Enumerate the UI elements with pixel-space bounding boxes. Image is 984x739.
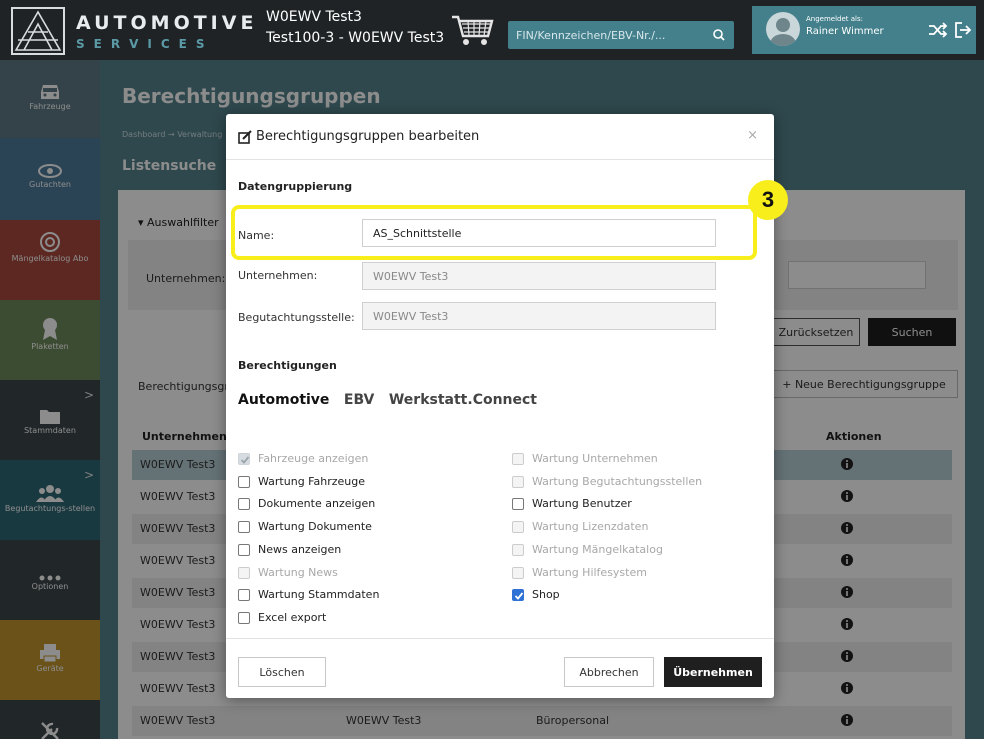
dialog-footer: Löschen Abbrechen Übernehmen bbox=[226, 638, 774, 698]
checkbox-icon[interactable] bbox=[238, 521, 250, 534]
brand-subtitle: SERVICES bbox=[76, 37, 214, 51]
checkbox-icon[interactable] bbox=[238, 611, 250, 624]
checkbox-checked-icon bbox=[238, 453, 250, 465]
permission-label: Wartung Dokumente bbox=[258, 520, 372, 534]
permissions-heading: Berechtigungen bbox=[238, 359, 337, 372]
station-label: Begutachtungsstelle: bbox=[238, 311, 355, 324]
checkbox-icon[interactable] bbox=[238, 543, 250, 556]
context-company[interactable]: W0EWV Test3 bbox=[266, 9, 362, 25]
checkbox-icon bbox=[512, 475, 524, 488]
tab-automotive[interactable]: Automotive bbox=[238, 392, 329, 408]
top-bar: AUTOMOTIVE SERVICES W0EWV Test3 Test100-… bbox=[0, 0, 984, 60]
checkbox-icon[interactable] bbox=[238, 498, 250, 511]
permission-label: Wartung Benutzer bbox=[532, 497, 632, 511]
tab-ebv[interactable]: EBV bbox=[344, 392, 375, 408]
checkbox-icon bbox=[512, 566, 524, 579]
user-panel: Angemeldet als: Rainer Wimmer bbox=[752, 6, 976, 54]
permission-label: Wartung Mängelkatalog bbox=[532, 542, 663, 556]
search-icon[interactable] bbox=[711, 27, 727, 43]
permission-label: Wartung Hilfesystem bbox=[532, 565, 647, 579]
shopping-cart-icon[interactable] bbox=[450, 14, 494, 48]
dialog-header: Berechtigungsgruppen bearbeiten × bbox=[226, 114, 774, 160]
checkbox-icon[interactable] bbox=[238, 475, 250, 488]
edit-icon bbox=[238, 130, 252, 144]
logged-in-label: Angemeldet als: bbox=[806, 15, 864, 23]
permission-label: Fahrzeuge anzeigen bbox=[258, 452, 369, 465]
vehicle-search-input[interactable] bbox=[516, 21, 706, 49]
permission-label: Wartung Begutachtungsstellen bbox=[532, 474, 703, 488]
edit-permission-group-dialog: Berechtigungsgruppen bearbeiten × Dateng… bbox=[226, 114, 774, 698]
shuffle-icon[interactable] bbox=[928, 22, 948, 38]
station-input bbox=[362, 302, 716, 330]
permission-label: Wartung News bbox=[258, 565, 338, 579]
permission-label: Wartung Lizenzdaten bbox=[532, 520, 649, 534]
permission-label: Excel export bbox=[258, 610, 327, 624]
company-input bbox=[362, 262, 716, 290]
permission-label: Wartung Unternehmen bbox=[532, 452, 658, 465]
tab-werkstatt-connect[interactable]: Werkstatt.Connect bbox=[389, 392, 537, 408]
permission-label: Wartung Stammdaten bbox=[258, 588, 380, 602]
brand-title: AUTOMOTIVE bbox=[76, 12, 258, 34]
data-grouping-heading: Datengruppierung bbox=[238, 180, 353, 193]
close-icon[interactable]: × bbox=[747, 128, 758, 143]
delete-button[interactable]: Löschen bbox=[238, 657, 326, 687]
checkbox-icon[interactable] bbox=[238, 589, 250, 602]
checkbox-icon[interactable] bbox=[512, 498, 524, 511]
user-name: Rainer Wimmer bbox=[806, 26, 884, 37]
dialog-title: Berechtigungsgruppen bearbeiten bbox=[256, 129, 480, 144]
checkbox-icon bbox=[512, 453, 524, 465]
logout-icon[interactable] bbox=[954, 21, 972, 39]
apply-button[interactable]: Übernehmen bbox=[664, 657, 762, 687]
car-logo-icon[interactable] bbox=[10, 6, 66, 56]
permission-label: Wartung Fahrzeuge bbox=[258, 474, 365, 488]
checkbox-icon bbox=[238, 566, 250, 579]
company-label: Unternehmen: bbox=[238, 269, 318, 282]
permission-tabs: Automotive EBV Werkstatt.Connect bbox=[238, 392, 547, 408]
checkbox-icon bbox=[512, 543, 524, 556]
context-station[interactable]: Test100-3 - W0EWV Test3 bbox=[266, 30, 444, 46]
checkbox-icon bbox=[512, 521, 524, 534]
avatar-icon[interactable] bbox=[766, 12, 800, 46]
vehicle-search-box bbox=[508, 21, 734, 49]
highlight-box bbox=[231, 205, 757, 260]
cancel-button[interactable]: Abbrechen bbox=[564, 657, 654, 687]
checkbox-checked-icon[interactable] bbox=[512, 589, 524, 602]
step-badge: 3 bbox=[748, 180, 788, 220]
permission-label: Dokumente anzeigen bbox=[258, 497, 376, 511]
permission-label: News anzeigen bbox=[258, 542, 342, 556]
permission-label: Shop bbox=[532, 588, 560, 602]
